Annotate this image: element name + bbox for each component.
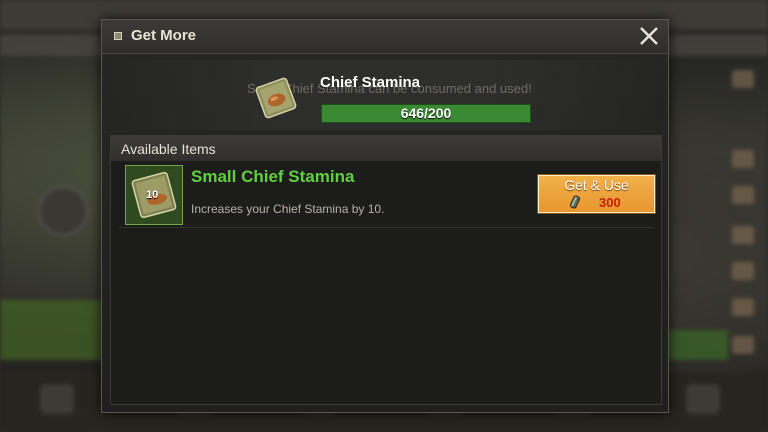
item-count: 10 — [146, 189, 159, 201]
dialog-header: Get More — [102, 20, 668, 54]
dialog-title: Get More — [131, 27, 197, 44]
stamina-progress-text: 646/200 — [400, 105, 452, 121]
item-name: Small Chief Stamina — [191, 167, 355, 186]
get-and-use-label: Get & Use — [564, 177, 629, 193]
item-description: Increases your Chief Stamina by 10. — [191, 202, 385, 216]
stamina-progress-bar: 646/200 — [321, 104, 531, 123]
close-icon[interactable] — [638, 25, 660, 47]
stamina-title: Chief Stamina — [320, 74, 421, 91]
gem-icon — [569, 195, 581, 209]
available-items-header: Available Items — [111, 136, 661, 161]
stamina-summary: Small Chief Stamina can be consumed and … — [102, 60, 668, 130]
get-and-use-button[interactable]: Get & Use 300 — [538, 175, 655, 213]
list-item: 10 Small Chief Stamina Increases your Ch… — [119, 165, 655, 228]
stamina-scroll-icon — [252, 74, 300, 122]
item-cost: 300 — [599, 195, 621, 210]
available-items-panel: Available Items 10 Small Chief Stamina I… — [110, 135, 662, 405]
stamina-scroll-icon: 10 — [125, 165, 183, 225]
available-items-label: Available Items — [121, 141, 216, 157]
get-more-dialog: Get More Small Chief Stamina can be cons… — [101, 19, 669, 413]
header-bullet-icon — [114, 32, 122, 40]
